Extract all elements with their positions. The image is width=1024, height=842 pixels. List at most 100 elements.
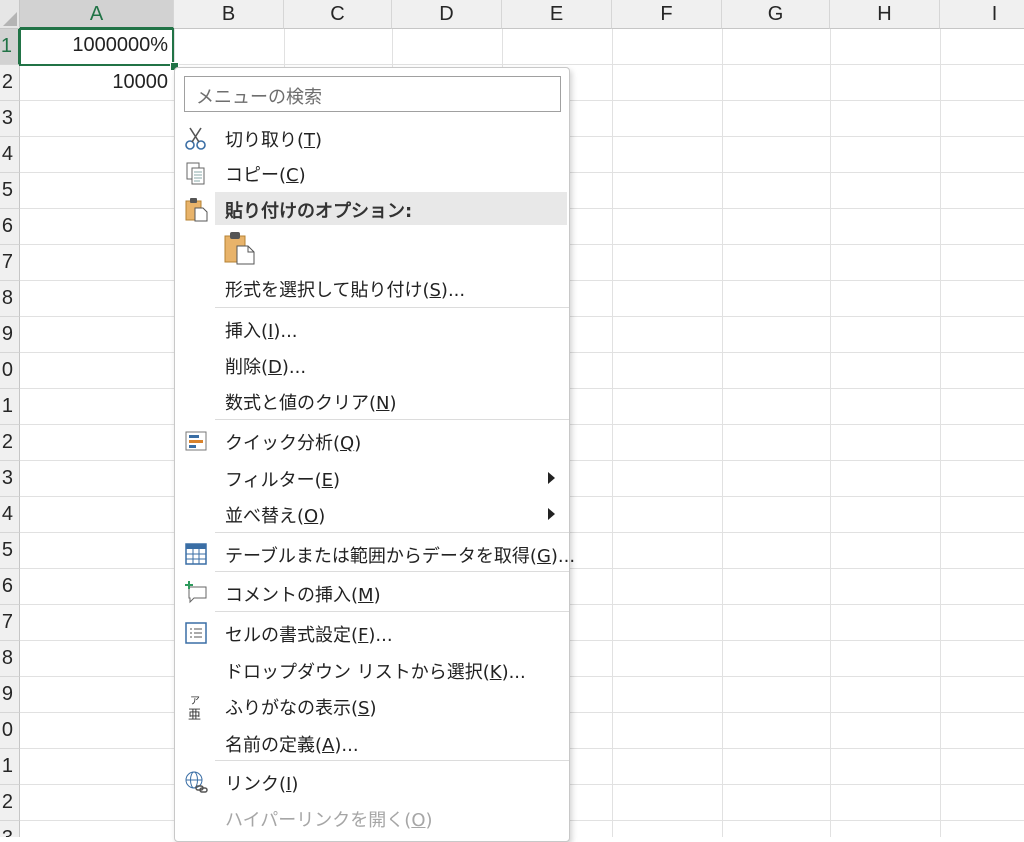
menu-item-quick-analysis[interactable]: クイック分析(Q): [175, 424, 569, 458]
submenu-arrow-icon: [548, 472, 555, 484]
menu-item-insert-comment[interactable]: コメントの挿入(M): [175, 576, 569, 610]
row-number: 2: [1, 791, 13, 813]
row-header[interactable]: 8: [0, 641, 20, 677]
row-number: 2: [1, 431, 13, 453]
menu-item-label: 削除(D)...: [225, 357, 307, 378]
menu-item-label: 数式と値のクリア(N): [225, 393, 397, 414]
row-header[interactable]: 6: [0, 209, 20, 245]
menu-item-label: 並べ替え(O): [225, 506, 326, 527]
row-header[interactable]: 4: [0, 137, 20, 173]
menu-item-paste-special[interactable]: 形式を選択して貼り付け(S)...: [175, 271, 569, 305]
cell-a2[interactable]: 10000: [20, 71, 168, 94]
paste-icon: [224, 232, 255, 265]
select-all-corner[interactable]: [0, 0, 20, 29]
menu-item-label: リンク(I): [225, 774, 299, 795]
row-header[interactable]: 3: [0, 101, 20, 137]
row-header[interactable]: 4: [0, 497, 20, 533]
column-header-e[interactable]: E: [502, 0, 612, 29]
row-header[interactable]: 5: [0, 533, 20, 569]
menu-item-pick-from-dropdown[interactable]: ドロップダウン リストから選択(K)...: [175, 653, 569, 687]
column-header-i[interactable]: I: [940, 0, 1024, 29]
row-number: 9: [1, 323, 13, 345]
row-number: 3: [1, 107, 13, 129]
column-header-b[interactable]: B: [174, 0, 284, 29]
menu-item-format-cells[interactable]: セルの書式設定(F)...: [175, 616, 569, 650]
column-header-f[interactable]: F: [612, 0, 722, 29]
row-header[interactable]: 2: [0, 65, 20, 101]
row-header[interactable]: 2: [0, 425, 20, 461]
row-number: 0: [1, 359, 13, 381]
furigana-icon: ア亜: [184, 693, 208, 723]
row-header[interactable]: 7: [0, 605, 20, 641]
link-icon: [184, 769, 208, 795]
table-icon: [184, 541, 208, 567]
menu-item-cut[interactable]: 切り取り(T): [175, 121, 569, 155]
furigana-icon-bottom: 亜: [188, 708, 202, 723]
menu-item-insert[interactable]: 挿入(I)...: [175, 312, 569, 346]
row-number: 1: [1, 395, 13, 417]
submenu-arrow-icon: [548, 508, 555, 520]
row-header[interactable]: 0: [0, 353, 20, 389]
menu-item-label: ふりがなの表示(S): [225, 698, 377, 719]
menu-item-label: 挿入(I)...: [225, 321, 298, 342]
menu-separator: [215, 532, 569, 533]
row-header[interactable]: 8: [0, 281, 20, 317]
menu-item-label: 貼り付けのオプション:: [225, 201, 413, 222]
menu-item-define-name[interactable]: 名前の定義(A)...: [175, 726, 569, 760]
row-number: 8: [1, 647, 13, 669]
column-header-a[interactable]: A: [20, 0, 174, 29]
row-number: 7: [1, 251, 13, 273]
menu-item-label: 名前の定義(A)...: [225, 735, 359, 756]
row-header[interactable]: 1: [0, 749, 20, 785]
row-number: 3: [2, 827, 13, 837]
menu-item-delete[interactable]: 削除(D)...: [175, 348, 569, 382]
row-header[interactable]: 2: [0, 785, 20, 821]
row-number: 5: [1, 539, 13, 561]
menu-item-label: 形式を選択して貼り付け(S)...: [225, 280, 466, 301]
row-number: 3: [1, 467, 13, 489]
menu-item-copy[interactable]: コピー(C): [175, 156, 569, 190]
menu-item-label: ドロップダウン リストから選択(K)...: [225, 662, 526, 683]
row-header[interactable]: 5: [0, 173, 20, 209]
column-header-h[interactable]: H: [830, 0, 940, 29]
menu-item-show-furigana[interactable]: ア亜ふりがなの表示(S): [175, 689, 569, 723]
menu-separator: [215, 760, 569, 761]
column-header-d[interactable]: D: [392, 0, 502, 29]
row-number: 7: [1, 611, 13, 633]
menu-item-sort[interactable]: 並べ替え(O): [175, 497, 569, 531]
row-header[interactable]: 9: [0, 317, 20, 353]
active-cell-border: [19, 28, 174, 66]
scissors-icon: [184, 125, 208, 151]
copy-icon: [184, 160, 208, 186]
row-header[interactable]: 3: [0, 461, 20, 497]
row-number: 4: [1, 503, 13, 525]
paste-icon-button[interactable]: [223, 230, 257, 266]
menu-item-get-data-from-table[interactable]: テーブルまたは範囲からデータを取得(G)...: [175, 537, 575, 571]
comment-icon: [184, 580, 208, 606]
menu-separator: [215, 571, 569, 572]
menu-item-filter[interactable]: フィルター(E): [175, 461, 569, 495]
row-header[interactable]: 3: [0, 821, 20, 837]
menu-item-label: テーブルまたは範囲からデータを取得(G)...: [225, 546, 576, 567]
row-number: 1: [0, 35, 12, 57]
row-header[interactable]: 6: [0, 569, 20, 605]
row-number: 4: [1, 143, 13, 165]
row-header[interactable]: 0: [0, 713, 20, 749]
column-header-c[interactable]: C: [284, 0, 392, 29]
row-number: 2: [1, 71, 13, 93]
row-number: 5: [1, 179, 13, 201]
column-header-g[interactable]: G: [722, 0, 830, 29]
menu-item-label: 切り取り(T): [225, 130, 323, 151]
menu-item-link[interactable]: リンク(I): [175, 765, 569, 799]
menu-item-clear-contents[interactable]: 数式と値のクリア(N): [175, 384, 569, 418]
context-menu: メニューの検索 切り取り(T) コピー(C) 貼り付けのオプション: 形式を選択して貼…: [174, 67, 575, 842]
row-header[interactable]: 1: [0, 389, 20, 425]
menu-item-label: クイック分析(Q): [225, 433, 362, 454]
menu-search-input[interactable]: メニューの検索: [184, 76, 561, 112]
row-number: 6: [1, 575, 13, 597]
menu-item-label: フィルター(E): [225, 470, 341, 491]
row-header[interactable]: 7: [0, 245, 20, 281]
row-header[interactable]: 9: [0, 677, 20, 713]
row-number: 6: [1, 215, 13, 237]
row-header[interactable]: 1: [0, 29, 20, 65]
